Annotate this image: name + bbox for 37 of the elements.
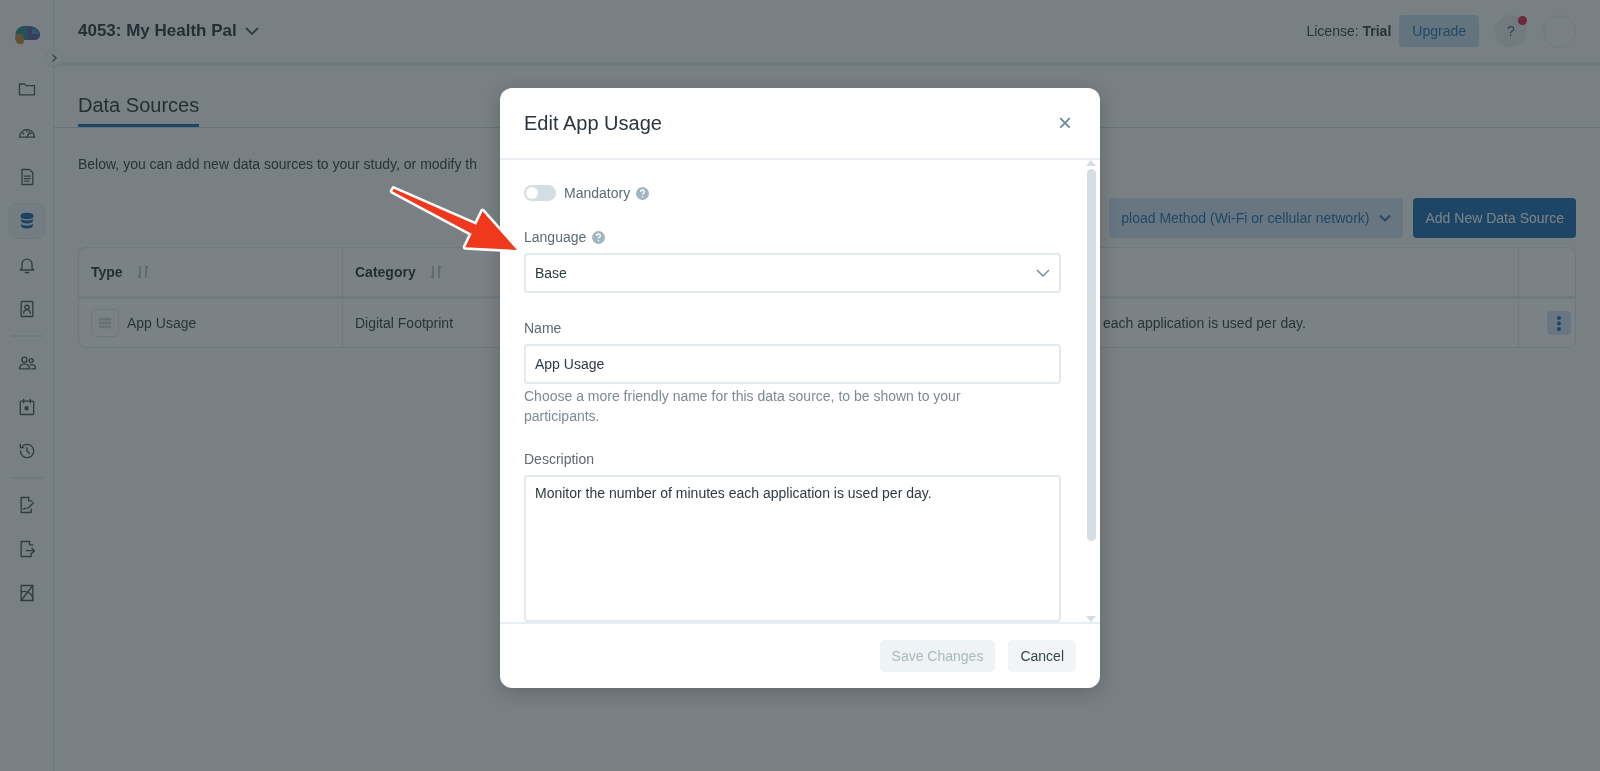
upload-method-dropdown[interactable]: pload Method (Wi-Fi or cellular network): [1109, 198, 1404, 238]
chevron-down-icon[interactable]: [244, 26, 259, 36]
scroll-up-icon[interactable]: [1086, 160, 1096, 166]
chevron-right-icon: [49, 53, 59, 63]
cell-text: App Usage: [127, 315, 197, 331]
chevron-down-icon: [1379, 214, 1392, 222]
help-icon[interactable]: [636, 186, 650, 200]
expand-sidebar-button[interactable]: [45, 49, 63, 67]
sort-icon[interactable]: [136, 265, 149, 279]
upgrade-button[interactable]: Upgrade: [1399, 15, 1479, 47]
cancel-button[interactable]: Cancel: [1008, 640, 1076, 672]
help-icon[interactable]: [592, 230, 606, 244]
tab[interactable]: Data Sources: [78, 92, 200, 127]
field-label: Description: [524, 451, 595, 467]
more-button[interactable]: [1547, 311, 1571, 335]
add-data-source-button[interactable]: Add New Data Source: [1413, 198, 1576, 238]
dialog-title: Edit App Usage: [524, 111, 663, 135]
scrollbar[interactable]: [1084, 160, 1098, 622]
help-button[interactable]: ?: [1495, 15, 1527, 47]
field-label: Language: [524, 229, 587, 245]
field-hint: Choose a more friendly name for this data source, to be shown to your participants.: [524, 387, 962, 426]
sidebar-item[interactable]: [8, 203, 45, 239]
kebab-icon: [1557, 315, 1561, 331]
description-textarea[interactable]: Monitor the number of minutes each application is used per day.: [524, 475, 1061, 622]
field-label: Mandatory: [564, 185, 631, 201]
mandatory-toggle[interactable]: [524, 185, 556, 201]
field-label: Name: [524, 320, 562, 336]
chevron-down-icon: [1036, 269, 1050, 277]
project-title[interactable]: 4053: My Health Pal: [78, 21, 237, 41]
intro-text: Below, you can add new data sources to your study, or modify th: [78, 156, 477, 172]
column-header[interactable]: Type: [79, 248, 343, 299]
language-select[interactable]: Base: [524, 253, 1061, 293]
name-input[interactable]: App Usage: [524, 344, 1061, 384]
license-label: License: Trial: [1306, 23, 1392, 39]
sort-icon[interactable]: [429, 265, 442, 279]
close-button[interactable]: ×: [1054, 111, 1076, 135]
scroll-down-icon[interactable]: [1086, 616, 1096, 622]
